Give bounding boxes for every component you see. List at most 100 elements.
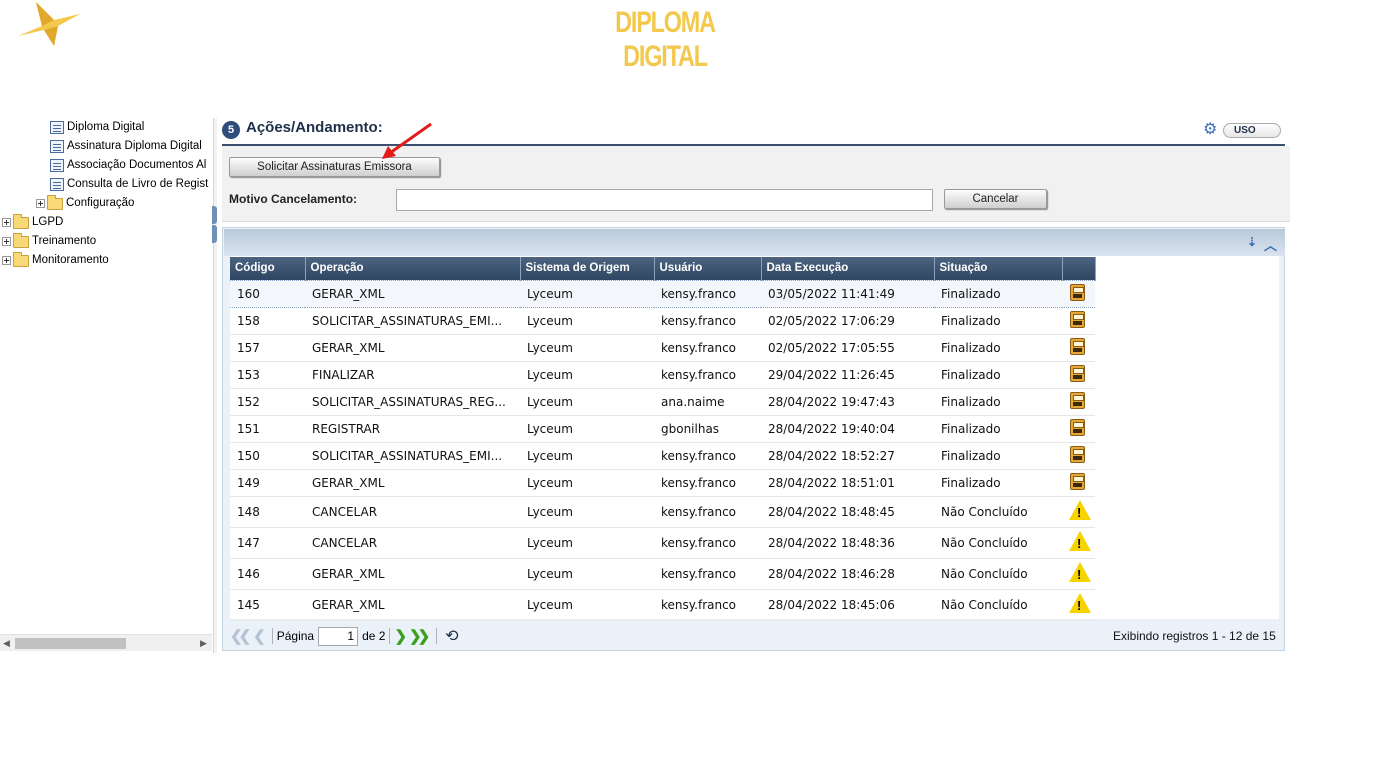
cell-sistema: Lyceum	[520, 496, 654, 528]
cell-sistema: Lyceum	[520, 279, 654, 308]
cell-data: 28/04/2022 18:48:45	[761, 496, 934, 528]
column-header-situacao[interactable]: Situação	[934, 257, 1063, 280]
cell-usuario: kensy.franco	[654, 496, 761, 528]
folder-icon	[13, 213, 29, 229]
page-root: DIPLOMA DIGITAL Diploma Digital Assinatu…	[0, 0, 1385, 775]
cell-action	[1062, 415, 1095, 443]
tree-item-consulta-livro-registro[interactable]: Consulta de Livro de Regist	[50, 175, 208, 194]
tree-item-label: Diploma Digital	[67, 121, 145, 133]
warning-icon[interactable]: !	[1069, 562, 1091, 582]
cell-situacao: Finalizado	[934, 334, 1062, 362]
save-icon[interactable]	[1070, 337, 1085, 355]
uso-toggle-label: USO	[1223, 123, 1281, 138]
grid-toolbar: ⇣ ︿	[224, 229, 1285, 256]
cell-codigo: 150	[230, 442, 305, 470]
previous-page-icon[interactable]: ❮	[253, 627, 265, 645]
tree-item-diploma-digital[interactable]: Diploma Digital	[50, 118, 144, 137]
cell-operacao: CANCELAR	[305, 527, 520, 559]
tree-item-treinamento[interactable]: Treinamento	[2, 232, 96, 251]
table-row[interactable]: 158 SOLICITAR_ASSINATURAS_EMI... Lyceum ken…	[230, 307, 1095, 335]
cell-data: 28/04/2022 18:46:28	[761, 558, 934, 590]
save-icon[interactable]	[1070, 391, 1085, 409]
first-page-icon[interactable]: ❮❮	[230, 627, 251, 645]
cancelar-button[interactable]: Cancelar	[944, 189, 1047, 209]
tree-item-label: Configuração	[66, 197, 135, 209]
table-row[interactable]: 151 REGISTRAR Lyceum gbonilhas 28/04/2022 19…	[230, 415, 1095, 443]
expand-icon[interactable]	[2, 218, 11, 227]
expand-handle[interactable]	[212, 225, 217, 243]
expand-icon[interactable]	[2, 256, 11, 265]
tree-item-associacao-documentos[interactable]: Associação Documentos Al	[50, 156, 206, 175]
page-title: DIPLOMA DIGITAL	[615, 6, 716, 73]
document-icon	[50, 178, 64, 191]
cell-sistema: Lyceum	[520, 442, 654, 470]
move-down-icon[interactable]: ⇣	[1247, 235, 1257, 249]
table-row[interactable]: 160 GERAR_XML Lyceum kensy.franco 03/05/2022…	[230, 279, 1095, 308]
collapse-handle[interactable]	[212, 206, 217, 224]
panel-splitter[interactable]	[213, 118, 217, 653]
cell-action: !	[1062, 558, 1095, 590]
collapse-up-icon[interactable]: ︿	[1264, 235, 1277, 254]
cell-codigo: 158	[230, 307, 305, 335]
cell-sistema: Lyceum	[520, 334, 654, 362]
navigation-tree[interactable]: Diploma Digital Assinatura Diploma Digit…	[0, 118, 214, 658]
cell-data: 29/04/2022 11:26:45	[761, 361, 934, 389]
pager-separator	[436, 628, 438, 644]
table-row[interactable]: 149 GERAR_XML Lyceum kensy.franco 28/04/2022…	[230, 469, 1095, 497]
last-page-icon[interactable]: ❯❯	[409, 627, 430, 645]
column-header-codigo[interactable]: Código	[230, 257, 306, 280]
expand-icon[interactable]	[36, 199, 45, 208]
table-row[interactable]: 146 GERAR_XML Lyceum kensy.franco 28/04/2022…	[230, 558, 1095, 590]
tree-item-lgpd[interactable]: LGPD	[2, 213, 63, 232]
table-row[interactable]: 152 SOLICITAR_ASSINATURAS_REG... Lyceum ana…	[230, 388, 1095, 416]
cell-codigo: 146	[230, 558, 305, 590]
refresh-icon[interactable]: ⟲	[445, 626, 458, 646]
scroll-right-icon[interactable]: ▶	[200, 638, 207, 649]
cell-usuario: kensy.franco	[654, 334, 761, 362]
section-number-badge: 5	[222, 121, 240, 139]
save-icon[interactable]	[1070, 418, 1085, 436]
scroll-left-icon[interactable]: ◀	[3, 638, 10, 649]
save-icon[interactable]	[1070, 364, 1085, 382]
tree-item-monitoramento[interactable]: Monitoramento	[2, 251, 109, 270]
warning-icon[interactable]: !	[1069, 593, 1091, 613]
table-header-row: Código Operação Sistema de Origem Usuári…	[230, 257, 1096, 280]
save-icon[interactable]	[1070, 472, 1085, 490]
column-header-data[interactable]: Data Execução	[761, 257, 935, 280]
table-row[interactable]: 153 FINALIZAR Lyceum kensy.franco 29/04/2022…	[230, 361, 1095, 389]
warning-icon[interactable]: !	[1069, 500, 1091, 520]
tree-item-label: Associação Documentos Al	[67, 159, 207, 171]
motivo-cancelamento-input[interactable]	[396, 189, 933, 211]
page-count-label: de 2	[362, 629, 386, 643]
uso-toggle[interactable]: ⚙ USO	[1203, 121, 1281, 139]
save-icon[interactable]	[1070, 445, 1085, 463]
table-row[interactable]: 147 CANCELAR Lyceum kensy.franco 28/04/2022 …	[230, 527, 1095, 559]
current-page-input[interactable]	[318, 626, 359, 646]
column-header-operacao[interactable]: Operação	[305, 257, 521, 280]
expand-icon[interactable]	[2, 237, 11, 246]
tree-item-label: LGPD	[32, 216, 64, 228]
table-row[interactable]: 150 SOLICITAR_ASSINATURAS_EMI... Lyceum ken…	[230, 442, 1095, 470]
scrollbar-thumb[interactable]	[15, 638, 126, 649]
cell-action	[1062, 361, 1095, 389]
column-header-sistema[interactable]: Sistema de Origem	[520, 257, 655, 280]
document-icon	[50, 140, 64, 153]
cell-situacao: Não Concluído	[934, 496, 1062, 528]
cell-operacao: SOLICITAR_ASSINATURAS_EMI...	[305, 442, 520, 470]
tree-horizontal-scrollbar[interactable]: ◀ ▶	[0, 634, 212, 651]
column-header-usuario[interactable]: Usuário	[654, 257, 762, 280]
save-icon[interactable]	[1070, 283, 1085, 301]
tree-item-configuracao[interactable]: Configuração	[36, 194, 134, 213]
tree-item-assinatura-diploma-digital[interactable]: Assinatura Diploma Digital	[50, 137, 202, 156]
cell-data: 02/05/2022 17:05:55	[761, 334, 934, 362]
cell-situacao: Finalizado	[934, 469, 1062, 497]
warning-icon[interactable]: !	[1069, 531, 1091, 551]
table-row[interactable]: 157 GERAR_XML Lyceum kensy.franco 02/05/2022…	[230, 334, 1095, 362]
table-row[interactable]: 148 CANCELAR Lyceum kensy.franco 28/04/2022 …	[230, 496, 1095, 528]
cell-usuario: kensy.franco	[654, 279, 761, 308]
save-icon[interactable]	[1070, 310, 1085, 328]
next-page-icon[interactable]: ❯	[394, 627, 406, 645]
cell-usuario: kensy.franco	[654, 442, 761, 470]
cell-action: !	[1062, 496, 1095, 528]
table-row[interactable]: 145 GERAR_XML Lyceum kensy.franco 28/04/2022…	[230, 589, 1095, 621]
